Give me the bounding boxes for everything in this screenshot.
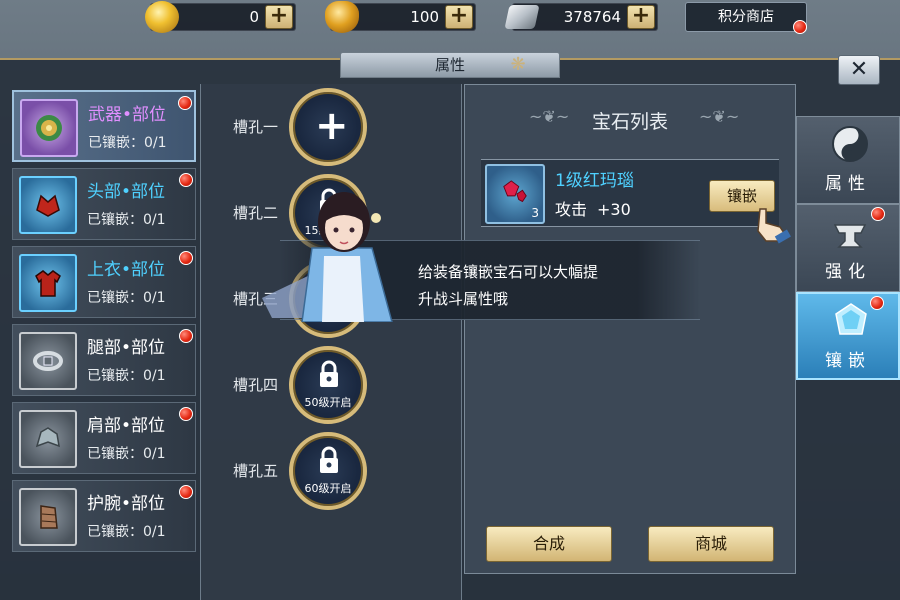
socket-row-5: 槽孔五 60级开启: [201, 432, 463, 512]
gem-list-panel: ~❦~ 宝石列表 ~❦~ 3 1级红玛瑙 攻击 +30 镶嵌: [464, 84, 796, 574]
ingot-icon: [325, 1, 359, 33]
slot-status: 已镶嵌：0/1: [87, 524, 166, 540]
notification-dot: [179, 173, 193, 187]
add-silver-button[interactable]: +: [627, 5, 655, 29]
gem-stat: 攻击 +30: [555, 196, 631, 220]
gem-name: 1级红玛瑙: [555, 171, 634, 191]
lock-level-text: 60级开启: [304, 482, 352, 495]
socket-label: 槽孔四: [233, 376, 279, 394]
socket-row-1: 槽孔一 +: [201, 88, 463, 168]
red-agate-gem-icon: 3: [485, 164, 545, 224]
socket-column: 槽孔一 + 槽孔二 15级开启 槽孔三 开启 槽孔四 50级开启 槽孔五 60级…: [200, 84, 462, 600]
currency-bar: 0 + 100 + 378764 + 积分商店: [0, 0, 900, 36]
ingot-value: 100: [410, 8, 439, 26]
tutorial-text: 给装备镶嵌宝石可以大幅提 升战斗属性哦: [418, 259, 658, 313]
tab-label: 属性: [825, 174, 871, 194]
slot-status: 已镶嵌：0/1: [88, 135, 167, 151]
mall-button[interactable]: 商城: [648, 526, 774, 562]
slot-item-legs[interactable]: 腿部•部位 已镶嵌：0/1: [12, 324, 196, 396]
slot-item-shoulder[interactable]: 肩部•部位 已镶嵌：0/1: [12, 402, 196, 474]
merge-button[interactable]: 合成: [486, 526, 612, 562]
notification-dot: [179, 407, 193, 421]
equipment-slot-list: 武器•部位 已镶嵌：0/1 头部•部位 已镶嵌：0/1 上衣•部位 已镶嵌：0/…: [10, 90, 198, 600]
ingot-currency: 100 +: [325, 1, 476, 33]
slot-name: 头部•部位: [87, 182, 166, 202]
slot-item-wrist[interactable]: 护腕•部位 已镶嵌：0/1: [12, 480, 196, 552]
tutorial-hand-pointer-icon: [757, 208, 791, 244]
gold-icon: [145, 1, 179, 33]
tab-label: 镶嵌: [825, 351, 871, 371]
slot-status: 已镶嵌：0/1: [87, 446, 166, 462]
belt-icon: [19, 332, 77, 390]
slot-name: 武器•部位: [88, 105, 167, 125]
notification-dot: [179, 251, 193, 265]
lock-level-text: 50级开启: [304, 396, 352, 409]
title-ornament-right: ❋: [510, 54, 526, 75]
silver-value: 378764: [563, 8, 621, 26]
gold-currency: 0 +: [145, 1, 296, 33]
notification-dot: [178, 96, 192, 110]
slot-name: 肩部•部位: [87, 416, 166, 436]
socket-4-locked[interactable]: 50级开启: [289, 346, 367, 424]
gem-stat-value: +30: [597, 200, 631, 219]
socket-row-4: 槽孔四 50级开启: [201, 346, 463, 426]
notification-dot: [870, 296, 884, 310]
tab-label: 强化: [825, 262, 871, 282]
slot-item-head[interactable]: 头部•部位 已镶嵌：0/1: [12, 168, 196, 240]
gem-list-title: 宝石列表: [591, 111, 668, 133]
tab-attributes[interactable]: 属性: [796, 116, 900, 204]
close-button[interactable]: ✕: [838, 55, 880, 85]
slot-name: 上衣•部位: [87, 260, 166, 280]
slot-status: 已镶嵌：0/1: [87, 290, 166, 306]
tutorial-text-line-2: 升战斗属性哦: [418, 290, 509, 308]
gem-icon: [835, 303, 867, 335]
gold-value: 0: [249, 8, 259, 26]
weapon-orb-icon: [20, 99, 78, 157]
add-ingot-button[interactable]: +: [445, 5, 473, 29]
socket-label: 槽孔五: [233, 462, 279, 480]
slot-name: 护腕•部位: [87, 494, 166, 514]
title-ornament-right: ~❦~: [699, 107, 740, 126]
tab-inlay[interactable]: 镶嵌: [796, 292, 900, 380]
anvil-icon: [833, 224, 867, 248]
silver-icon: [504, 5, 540, 29]
lock-icon: [320, 446, 338, 473]
notification-dot: [179, 485, 193, 499]
armor-icon: [19, 254, 77, 312]
notification-dot: [871, 207, 885, 221]
bracer-icon: [19, 488, 77, 546]
shoulder-armor-icon: [19, 410, 77, 468]
silver-currency: 378764 +: [504, 3, 658, 31]
gem-stat-name: 攻击: [555, 200, 588, 219]
slot-name: 腿部•部位: [87, 338, 166, 358]
notification-dot: [179, 329, 193, 343]
guide-character-portrait: [262, 192, 393, 322]
shop-notification-dot: [793, 20, 807, 34]
lock-icon: [320, 360, 338, 387]
socket-label: 槽孔一: [233, 118, 279, 136]
tutorial-text-line-1: 给装备镶嵌宝石可以大幅提: [418, 263, 599, 281]
plus-icon: +: [315, 103, 349, 149]
gem-count: 3: [531, 206, 539, 220]
slot-item-weapon[interactable]: 武器•部位 已镶嵌：0/1: [12, 90, 196, 162]
slot-item-top[interactable]: 上衣•部位 已镶嵌：0/1: [12, 246, 196, 318]
yin-yang-icon: [832, 126, 868, 162]
socket-1-add-button[interactable]: +: [289, 88, 367, 166]
socket-5-locked[interactable]: 60级开启: [289, 432, 367, 510]
gem-card: 3 1级红玛瑙 攻击 +30 镶嵌: [481, 159, 779, 227]
helmet-icon: [19, 176, 77, 234]
points-shop-button[interactable]: 积分商店: [685, 2, 807, 32]
add-gold-button[interactable]: +: [265, 5, 293, 29]
slot-status: 已镶嵌：0/1: [87, 368, 166, 384]
tab-enhance[interactable]: 强化: [796, 204, 900, 292]
slot-status: 已镶嵌：0/1: [87, 212, 166, 228]
